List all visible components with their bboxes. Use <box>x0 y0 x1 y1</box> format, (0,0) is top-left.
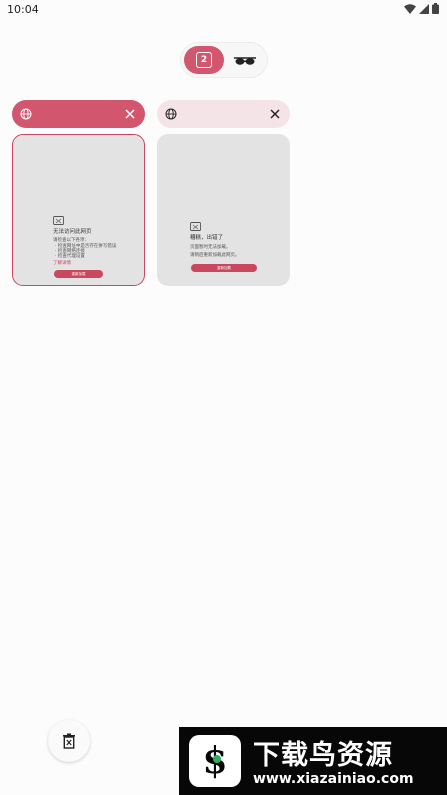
close-tab-2-icon[interactable] <box>268 107 282 121</box>
tab-card-1[interactable]: 无法访问此网页 请检查以下各项： · 检查网址中是否存在拼写错误 · 检查网络连… <box>12 100 145 286</box>
normal-tabs-button[interactable]: 2 <box>184 46 224 74</box>
watermark-logo: $ <box>189 735 241 787</box>
tab-header-2[interactable] <box>157 100 290 128</box>
battery-icon <box>432 3 439 14</box>
preview-reload-button: 重新加载 <box>191 264 257 272</box>
preview-intro: 页面暂时无法加载。 <box>190 245 231 250</box>
error-page-icon <box>53 216 64 225</box>
watermark-logo-dot <box>213 755 221 763</box>
close-all-tabs-button[interactable] <box>48 720 90 762</box>
tab-header-1[interactable] <box>12 100 145 128</box>
preview-link: 了解详情 <box>53 261 71 266</box>
preview-intro: 请检查以下各项： <box>53 238 89 243</box>
status-bar: 10:04 <box>0 0 447 20</box>
globe-icon <box>165 108 177 120</box>
status-time: 10:04 <box>7 3 39 16</box>
tab-preview-2[interactable]: 糟糕，出错了 页面暂时无法加载。 请稍后重新加载此网页。 重新加载 <box>157 134 290 286</box>
status-icons <box>404 3 439 14</box>
signal-icon <box>419 3 429 14</box>
preview-heading: 糟糕，出错了 <box>190 235 224 241</box>
error-page-icon <box>190 222 201 231</box>
tab-mode-switch: 2 <box>180 42 268 78</box>
preview-bullet: 请稍后重新加载此网页。 <box>190 253 240 258</box>
preview-bullet: · 检查代理设置 <box>55 254 85 259</box>
watermark-title: 下载鸟资源 <box>253 740 393 771</box>
watermark-banner: $ 下载鸟资源 www.xiazainiao.com <box>179 727 447 795</box>
globe-icon <box>20 108 32 120</box>
close-tab-1-icon[interactable] <box>123 107 137 121</box>
watermark-url: www.xiazainiao.com <box>253 771 414 787</box>
wifi-icon <box>404 3 416 14</box>
trash-icon <box>63 733 75 749</box>
tab-count-badge: 2 <box>196 52 212 68</box>
tab-preview-1[interactable]: 无法访问此网页 请检查以下各项： · 检查网址中是否存在拼写错误 · 检查网络连… <box>12 134 145 286</box>
incognito-icon[interactable] <box>233 52 257 68</box>
tab-card-2[interactable]: 糟糕，出错了 页面暂时无法加载。 请稍后重新加载此网页。 重新加载 <box>157 100 290 286</box>
preview-heading: 无法访问此网页 <box>53 229 92 235</box>
preview-reload-button: 重新加载 <box>54 270 103 278</box>
